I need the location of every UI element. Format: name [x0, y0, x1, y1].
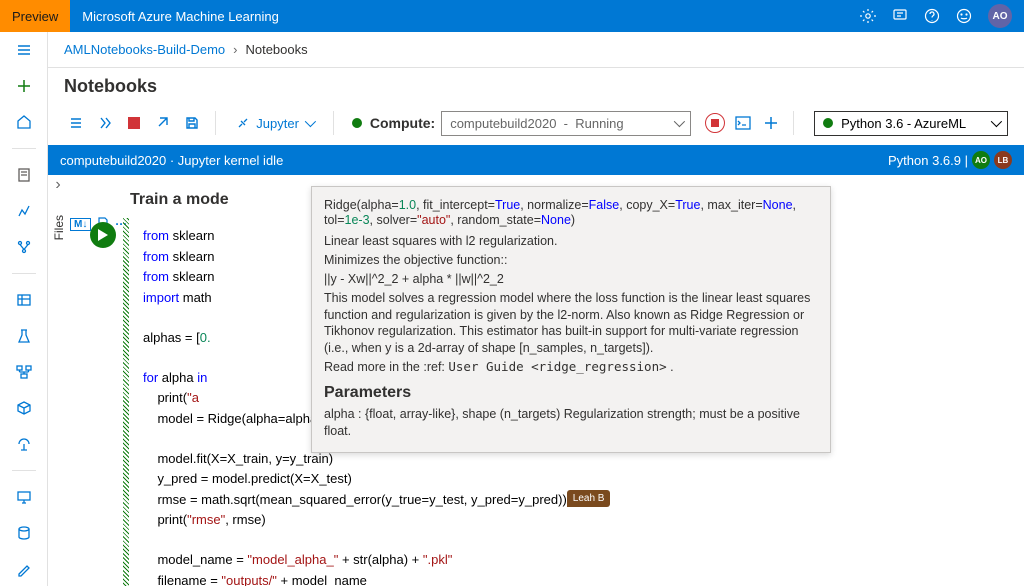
- chevron-down-icon: [991, 116, 1002, 127]
- clear-icon[interactable]: [151, 111, 174, 135]
- home-icon[interactable]: [14, 112, 34, 132]
- page-title: Notebooks: [48, 68, 1024, 101]
- breadcrumb: AMLNotebooks-Build-Demo › Notebooks: [48, 32, 1024, 68]
- run-all-icon[interactable]: [93, 111, 116, 135]
- stop-compute-icon[interactable]: [705, 113, 725, 133]
- compute-icon[interactable]: [14, 487, 34, 507]
- breadcrumb-current: Notebooks: [245, 42, 307, 57]
- add-compute-icon[interactable]: [761, 113, 781, 133]
- chevron-down-icon: [305, 116, 316, 127]
- stop-icon[interactable]: [122, 111, 145, 135]
- status-dot-icon: [823, 118, 833, 128]
- breadcrumb-separator: ›: [233, 42, 237, 57]
- gear-icon[interactable]: [860, 8, 876, 24]
- datasets-icon[interactable]: [14, 290, 34, 310]
- intellisense-tooltip: Ridge(alpha=1.0, fit_intercept=True, nor…: [311, 186, 831, 453]
- app-title: Microsoft Azure Machine Learning: [82, 9, 279, 24]
- automl-icon[interactable]: [14, 201, 34, 221]
- compute-label: Compute:: [352, 115, 435, 131]
- kernel-status-text: computebuild2020 · Jupyter kernel idle: [60, 153, 283, 168]
- collapse-panel-icon[interactable]: ›: [48, 175, 68, 195]
- files-tab[interactable]: Files: [48, 207, 70, 248]
- breadcrumb-workspace[interactable]: AMLNotebooks-Build-Demo: [64, 42, 225, 57]
- pipelines-icon[interactable]: [14, 362, 34, 382]
- datastores-icon[interactable]: [14, 523, 34, 543]
- endpoints-icon[interactable]: [14, 434, 34, 454]
- labeling-icon[interactable]: [14, 559, 34, 579]
- preview-badge: Preview: [0, 0, 70, 32]
- experiments-icon[interactable]: [14, 326, 34, 346]
- notebook-toolbar: Jupyter Compute: computebuild2020 - Runn…: [48, 101, 1024, 145]
- compute-select[interactable]: computebuild2020 - Running: [441, 111, 691, 136]
- topbar: Preview Microsoft Azure Machine Learning…: [0, 0, 1024, 32]
- models-icon[interactable]: [14, 398, 34, 418]
- collaborator-cursor: Leah B: [567, 490, 611, 507]
- menu-icon[interactable]: [14, 40, 34, 60]
- collaborator-avatar[interactable]: AO: [972, 151, 990, 169]
- left-nav: [0, 32, 48, 586]
- notebook-icon[interactable]: [14, 165, 34, 185]
- cell-indicator: [123, 218, 129, 586]
- avatar[interactable]: AO: [988, 4, 1012, 28]
- outline-icon[interactable]: [64, 111, 87, 135]
- parameters-heading: Parameters: [324, 384, 818, 402]
- help-icon[interactable]: [924, 8, 940, 24]
- save-icon[interactable]: [180, 111, 203, 135]
- status-dot-icon: [352, 118, 362, 128]
- add-icon[interactable]: [14, 76, 34, 96]
- python-version: Python 3.6.9 |: [888, 153, 968, 168]
- jupyter-dropdown[interactable]: Jupyter: [228, 116, 321, 131]
- collaborator-avatar[interactable]: LB: [994, 151, 1012, 169]
- kernel-status-bar: computebuild2020 · Jupyter kernel idle P…: [48, 145, 1024, 175]
- signature: Ridge(alpha=1.0, fit_intercept=True, nor…: [324, 197, 818, 227]
- link-icon: [236, 116, 250, 130]
- terminal-icon[interactable]: [733, 113, 753, 133]
- designer-icon[interactable]: [14, 237, 34, 257]
- kernel-select[interactable]: Python 3.6 - AzureML: [814, 111, 1008, 136]
- feedback-icon[interactable]: [892, 8, 908, 24]
- smile-icon[interactable]: [956, 8, 972, 24]
- run-cell-button[interactable]: [90, 222, 116, 248]
- chevron-down-icon: [674, 116, 685, 127]
